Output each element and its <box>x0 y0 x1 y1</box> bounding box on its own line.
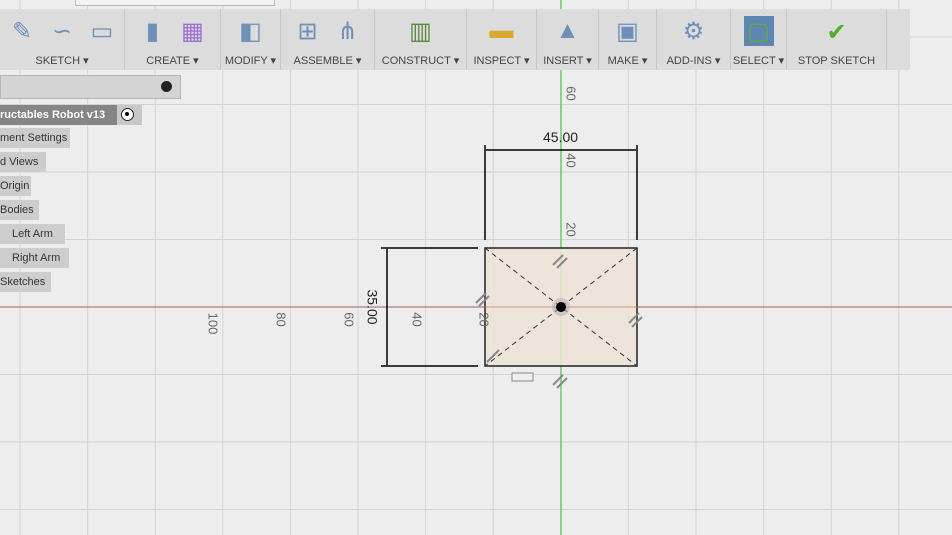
insert-image-icon[interactable]: ▲ <box>553 16 583 46</box>
toolbar-group-label[interactable]: ASSEMBLE ▾ <box>294 54 362 67</box>
toolbar: ✎ ∽ ▭ SKETCH ▾ ▮ ▦ CREATE ▾ ◧ MODIFY ▾ ⊞ ⋔ ASSEMBLE… <box>0 9 910 70</box>
toolbar-group-add-ins[interactable]: ⚙ ADD-INS ▾ <box>657 9 731 70</box>
browser-root[interactable]: ructables Robot v13 <box>0 105 142 125</box>
toolbar-group-insert[interactable]: ▲ INSERT ▾ <box>537 9 599 70</box>
axis-label: 60 <box>341 312 357 327</box>
browser-item-bodies[interactable]: Bodies <box>0 200 39 220</box>
spline-icon[interactable]: ∽ <box>47 16 77 46</box>
browser-item-origin[interactable]: Origin <box>0 176 31 196</box>
window-select-icon[interactable]: ▢ <box>743 16 774 46</box>
browser-item-sketches[interactable]: Sketches <box>0 272 51 292</box>
width-dimension-value[interactable]: 45.00 <box>543 129 578 145</box>
toolbar-group-sketch[interactable]: ✎ ∽ ▭ SKETCH ▾ <box>0 9 125 70</box>
toolbar-group-label[interactable]: CONSTRUCT ▾ <box>382 54 459 67</box>
toolbar-group-label[interactable]: SELECT ▾ <box>733 54 784 67</box>
toolbar-group-modify[interactable]: ◧ MODIFY ▾ <box>221 9 281 70</box>
rectangle-icon[interactable]: ▭ <box>87 16 117 46</box>
browser-panel-header[interactable] <box>0 75 181 99</box>
3d-print-icon[interactable]: ▣ <box>613 16 643 46</box>
toolbar-group-select[interactable]: ▢ SELECT ▾ <box>731 9 787 70</box>
form-icon[interactable]: ▦ <box>178 16 208 46</box>
measure-icon[interactable]: ▬ <box>487 16 517 46</box>
press-pull-icon[interactable]: ◧ <box>236 16 266 46</box>
axis-label: 60 <box>563 86 579 101</box>
browser-item-named-views[interactable]: d Views <box>0 152 46 172</box>
stop-sketch-icon[interactable]: ✔ <box>822 17 852 47</box>
toolbar-group-label[interactable]: MODIFY ▾ <box>225 54 276 67</box>
axis-label: 20 <box>476 312 492 327</box>
toolbar-group-label[interactable]: CREATE ▾ <box>146 54 198 67</box>
height-dimension-value[interactable]: 35.00 <box>365 289 381 324</box>
toolbar-group-label[interactable]: STOP SKETCH <box>798 55 875 67</box>
toolbar-group-inspect[interactable]: ▬ INSPECT ▾ <box>467 9 537 70</box>
axis-label: 40 <box>563 153 579 168</box>
toolbar-group-assemble[interactable]: ⊞ ⋔ ASSEMBLE ▾ <box>281 9 375 70</box>
axis-label: 20 <box>563 222 579 237</box>
browser-item-right-arm[interactable]: Right Arm <box>0 248 69 268</box>
toolbar-group-create[interactable]: ▮ ▦ CREATE ▾ <box>125 9 221 70</box>
center-point[interactable] <box>556 302 566 312</box>
offset-plane-icon[interactable]: ▥ <box>406 16 436 46</box>
toolbar-group-label[interactable]: SKETCH ▾ <box>35 54 88 67</box>
horizontal-constraint-icon <box>511 372 534 382</box>
scripts-addins-icon[interactable]: ⚙ <box>679 16 709 46</box>
toolbar-group-construct[interactable]: ▥ CONSTRUCT ▾ <box>375 9 467 70</box>
new-component-icon[interactable]: ⊞ <box>293 16 323 46</box>
axis-label: 100 <box>205 312 221 335</box>
toolbar-group-label[interactable]: ADD-INS ▾ <box>667 54 721 67</box>
document-tab[interactable] <box>75 0 275 6</box>
axis-label: 80 <box>273 312 289 327</box>
toolbar-group-label[interactable]: MAKE ▾ <box>608 54 648 67</box>
create-sketch-icon[interactable]: ✎ <box>7 16 37 46</box>
browser-item-document-settings[interactable]: ment Settings <box>0 128 70 148</box>
extrude-icon[interactable]: ▮ <box>138 16 168 46</box>
activate-radio-icon[interactable] <box>121 108 134 121</box>
toolbar-group-label[interactable]: INSERT ▾ <box>543 54 592 67</box>
axis-label: 40 <box>409 312 425 327</box>
toolbar-group-stop-sketch[interactable]: ✔ STOP SKETCH <box>787 9 887 70</box>
joint-icon[interactable]: ⋔ <box>333 16 363 46</box>
browser-item-left-arm[interactable]: Left Arm <box>0 224 65 244</box>
collapse-icon[interactable] <box>161 81 172 92</box>
toolbar-group-label[interactable]: INSPECT ▾ <box>473 54 529 67</box>
toolbar-group-make[interactable]: ▣ MAKE ▾ <box>599 9 657 70</box>
